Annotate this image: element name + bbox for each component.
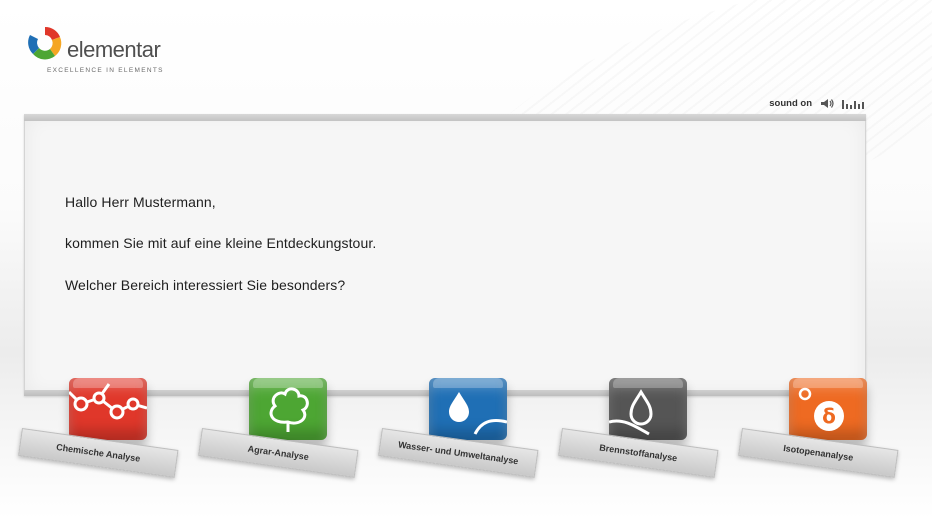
category-label[interactable]: Chemische Analyse bbox=[56, 442, 141, 464]
category-agrar-analyse[interactable]: Agrar-Analyse bbox=[198, 376, 372, 478]
sound-control[interactable]: sound on bbox=[769, 98, 864, 109]
brand-name: elementar bbox=[67, 37, 161, 62]
category-chemische-analyse[interactable]: Chemische Analyse bbox=[18, 376, 192, 478]
category-brennstoffanalyse[interactable]: Brennstoffanalyse bbox=[558, 376, 732, 478]
question-line: Welcher Bereich interessiert Sie besonde… bbox=[65, 277, 346, 293]
logo-mark-icon bbox=[28, 26, 62, 60]
elementar-logo[interactable]: elementar EXCELLENCE IN ELEMENTS bbox=[25, 23, 175, 83]
category-isotopenanalyse[interactable]: δ Isotopenanalyse bbox=[738, 376, 912, 478]
category-label[interactable]: Brennstoffanalyse bbox=[599, 442, 678, 463]
brand-tagline: EXCELLENCE IN ELEMENTS bbox=[47, 67, 164, 74]
delta-icon[interactable]: δ bbox=[789, 378, 867, 440]
speaker-icon[interactable] bbox=[820, 98, 834, 109]
invitation-line: kommen Sie mit auf eine kleine Entdeckun… bbox=[65, 235, 377, 251]
tree-icon[interactable] bbox=[249, 378, 327, 440]
sound-label[interactable]: sound on bbox=[769, 98, 812, 109]
message-panel: Hallo Herr Mustermann, kommen Sie mit au… bbox=[24, 114, 866, 396]
volume-bars-icon[interactable] bbox=[842, 99, 864, 109]
category-label[interactable]: Isotopenanalyse bbox=[783, 443, 854, 463]
category-wasser-umweltanalyse[interactable]: Wasser- und Umweltanalyse bbox=[378, 376, 552, 478]
category-label[interactable]: Wasser- und Umweltanalyse bbox=[398, 439, 519, 466]
molecule-icon[interactable] bbox=[69, 378, 147, 440]
water-drop-icon[interactable] bbox=[429, 378, 507, 440]
svg-text:δ: δ bbox=[822, 404, 836, 428]
greeting-line: Hallo Herr Mustermann, bbox=[65, 194, 216, 210]
fuel-drop-icon[interactable] bbox=[609, 378, 687, 440]
category-label[interactable]: Agrar-Analyse bbox=[247, 444, 309, 462]
